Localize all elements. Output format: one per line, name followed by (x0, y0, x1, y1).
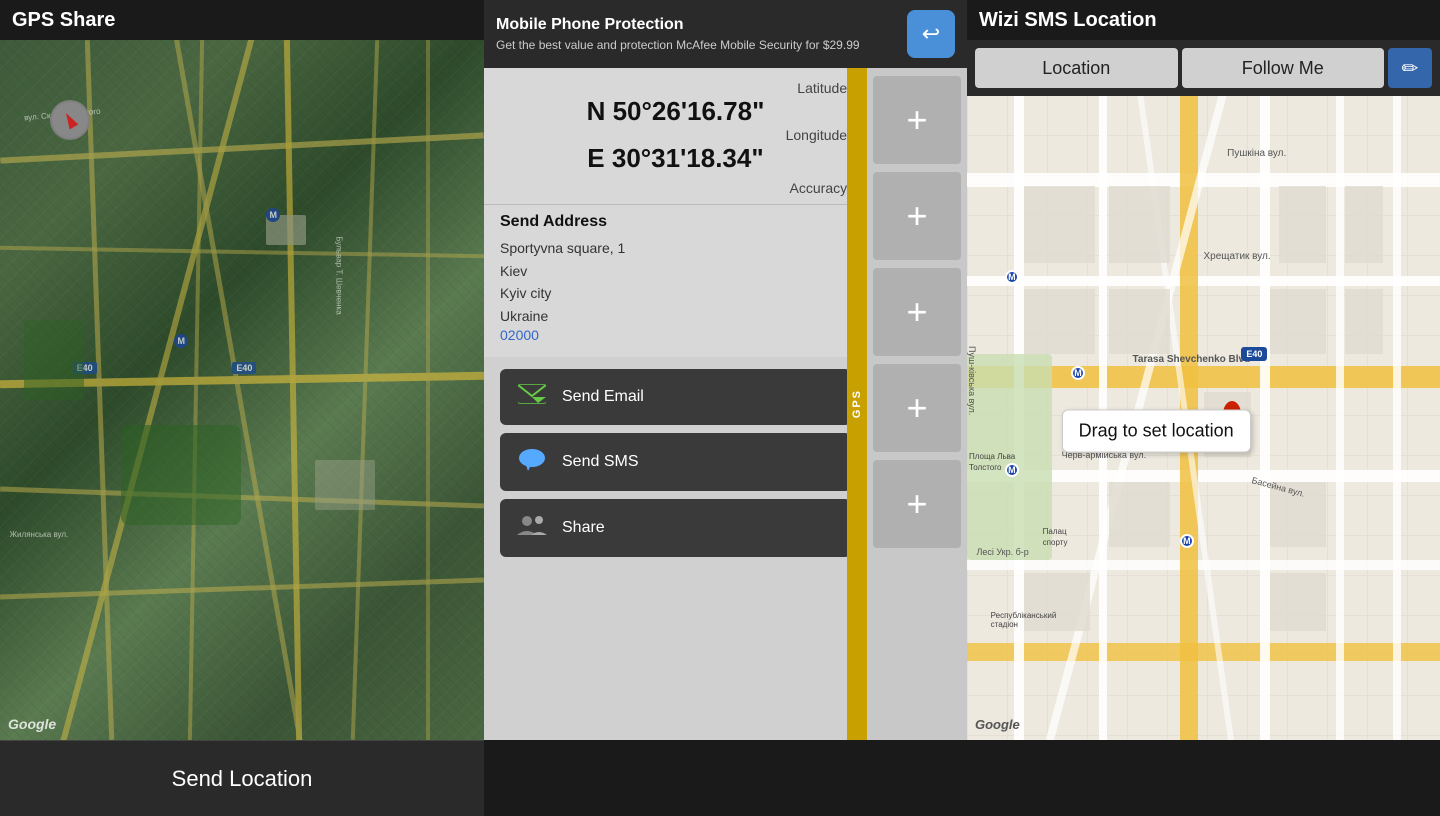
plus-icon-1: + (906, 99, 927, 141)
ad-banner: Mobile Phone Protection Get the best val… (484, 0, 967, 68)
gps-title-text: GPS Share (12, 9, 115, 32)
latitude-value: N 50°26'16.78" (500, 96, 851, 127)
google-logo-right: Google (975, 717, 1020, 732)
edit-icon: ✏ (1402, 56, 1419, 81)
map-bg: E40 E40 M M вул. Скоропадського Жилянськ… (0, 40, 484, 740)
longitude-label: Longitude: (500, 127, 851, 143)
ad-text: Mobile Phone Protection Get the best val… (496, 16, 897, 52)
google-logo-left: Google (8, 716, 56, 732)
send-sms-button[interactable]: Send SMS (500, 433, 851, 491)
tab-bar: Location Follow Me ✏ (967, 40, 1440, 96)
ad-share-button[interactable]: ↩ (907, 10, 955, 58)
bottom-right-space (484, 740, 1440, 816)
address-zip-link[interactable]: 02000 (500, 327, 539, 343)
address-line3: Kyiv city (500, 282, 851, 304)
share-button[interactable]: Share (500, 499, 851, 557)
wizi-header: Wizi SMS Location (967, 0, 1440, 40)
share-label: Share (562, 519, 605, 537)
compass (50, 100, 90, 140)
sms-icon (516, 447, 548, 477)
send-location-button[interactable]: Send Location (0, 740, 484, 816)
side-plus-buttons: + + + + + (867, 68, 967, 740)
middle-panel: Mobile Phone Protection Get the best val… (484, 0, 967, 740)
address-title: Send Address (500, 213, 851, 231)
longitude-value: E 30°31'18.34" (500, 143, 851, 174)
street-map[interactable]: Пушкіна вул. Хрещатик вул. Tarasa Shevch… (967, 96, 1440, 740)
google-text-right: Google (975, 717, 1020, 732)
tab-edit-button[interactable]: ✏ (1388, 48, 1432, 88)
send-sms-label: Send SMS (562, 453, 638, 471)
plus-icon-4: + (906, 387, 927, 429)
compass-needle (62, 111, 79, 130)
gps-label-bar: GPS (847, 68, 867, 740)
ad-title: Mobile Phone Protection (496, 16, 897, 34)
plus-icon-3: + (906, 291, 927, 333)
wizi-sms-panel: Wizi SMS Location Location Follow Me ✏ (967, 0, 1440, 740)
ad-subtitle: Get the best value and protection McAfee… (496, 38, 897, 52)
send-email-label: Send Email (562, 388, 644, 406)
plus-button-4[interactable]: + (873, 364, 961, 452)
plus-button-5[interactable]: + (873, 460, 961, 548)
address-line2: Kiev (500, 260, 851, 282)
address-line4: Ukraine (500, 305, 851, 327)
gps-share-title: GPS Share (0, 0, 484, 40)
ad-share-icon: ↩ (922, 21, 940, 47)
plus-button-3[interactable]: + (873, 268, 961, 356)
drag-tooltip-text: Drag to set location (1079, 420, 1234, 440)
gps-share-panel: GPS Share (0, 0, 484, 740)
plus-icon-2: + (906, 195, 927, 237)
plus-button-1[interactable]: + (873, 76, 961, 164)
wizi-title: Wizi SMS Location (979, 9, 1157, 32)
send-location-label: Send Location (172, 766, 313, 792)
address-section: Send Address Sportyvna square, 1 Kiev Ky… (484, 204, 867, 357)
plus-button-2[interactable]: + (873, 172, 961, 260)
bottom-bar: Send Location (0, 740, 1440, 816)
action-buttons: Send Email Send SMS (484, 357, 867, 740)
tab-follow-me[interactable]: Follow Me (1182, 48, 1385, 88)
tab-location[interactable]: Location (975, 48, 1178, 88)
accuracy-label: Accuracy: (500, 180, 851, 196)
plus-icon-5: + (906, 483, 927, 525)
satellite-map[interactable]: E40 E40 M M вул. Скоропадського Жилянськ… (0, 40, 484, 740)
gps-label-text: GPS (851, 389, 863, 418)
share-people-icon (516, 513, 548, 543)
drag-tooltip: Drag to set location (1062, 409, 1251, 452)
email-icon (516, 383, 548, 411)
latitude-label: Latitude: (500, 80, 851, 96)
coordinates-section: Latitude: N 50°26'16.78" Longitude: E 30… (484, 68, 867, 204)
send-email-button[interactable]: Send Email (500, 369, 851, 425)
address-line1: Sportyvna square, 1 (500, 237, 851, 259)
